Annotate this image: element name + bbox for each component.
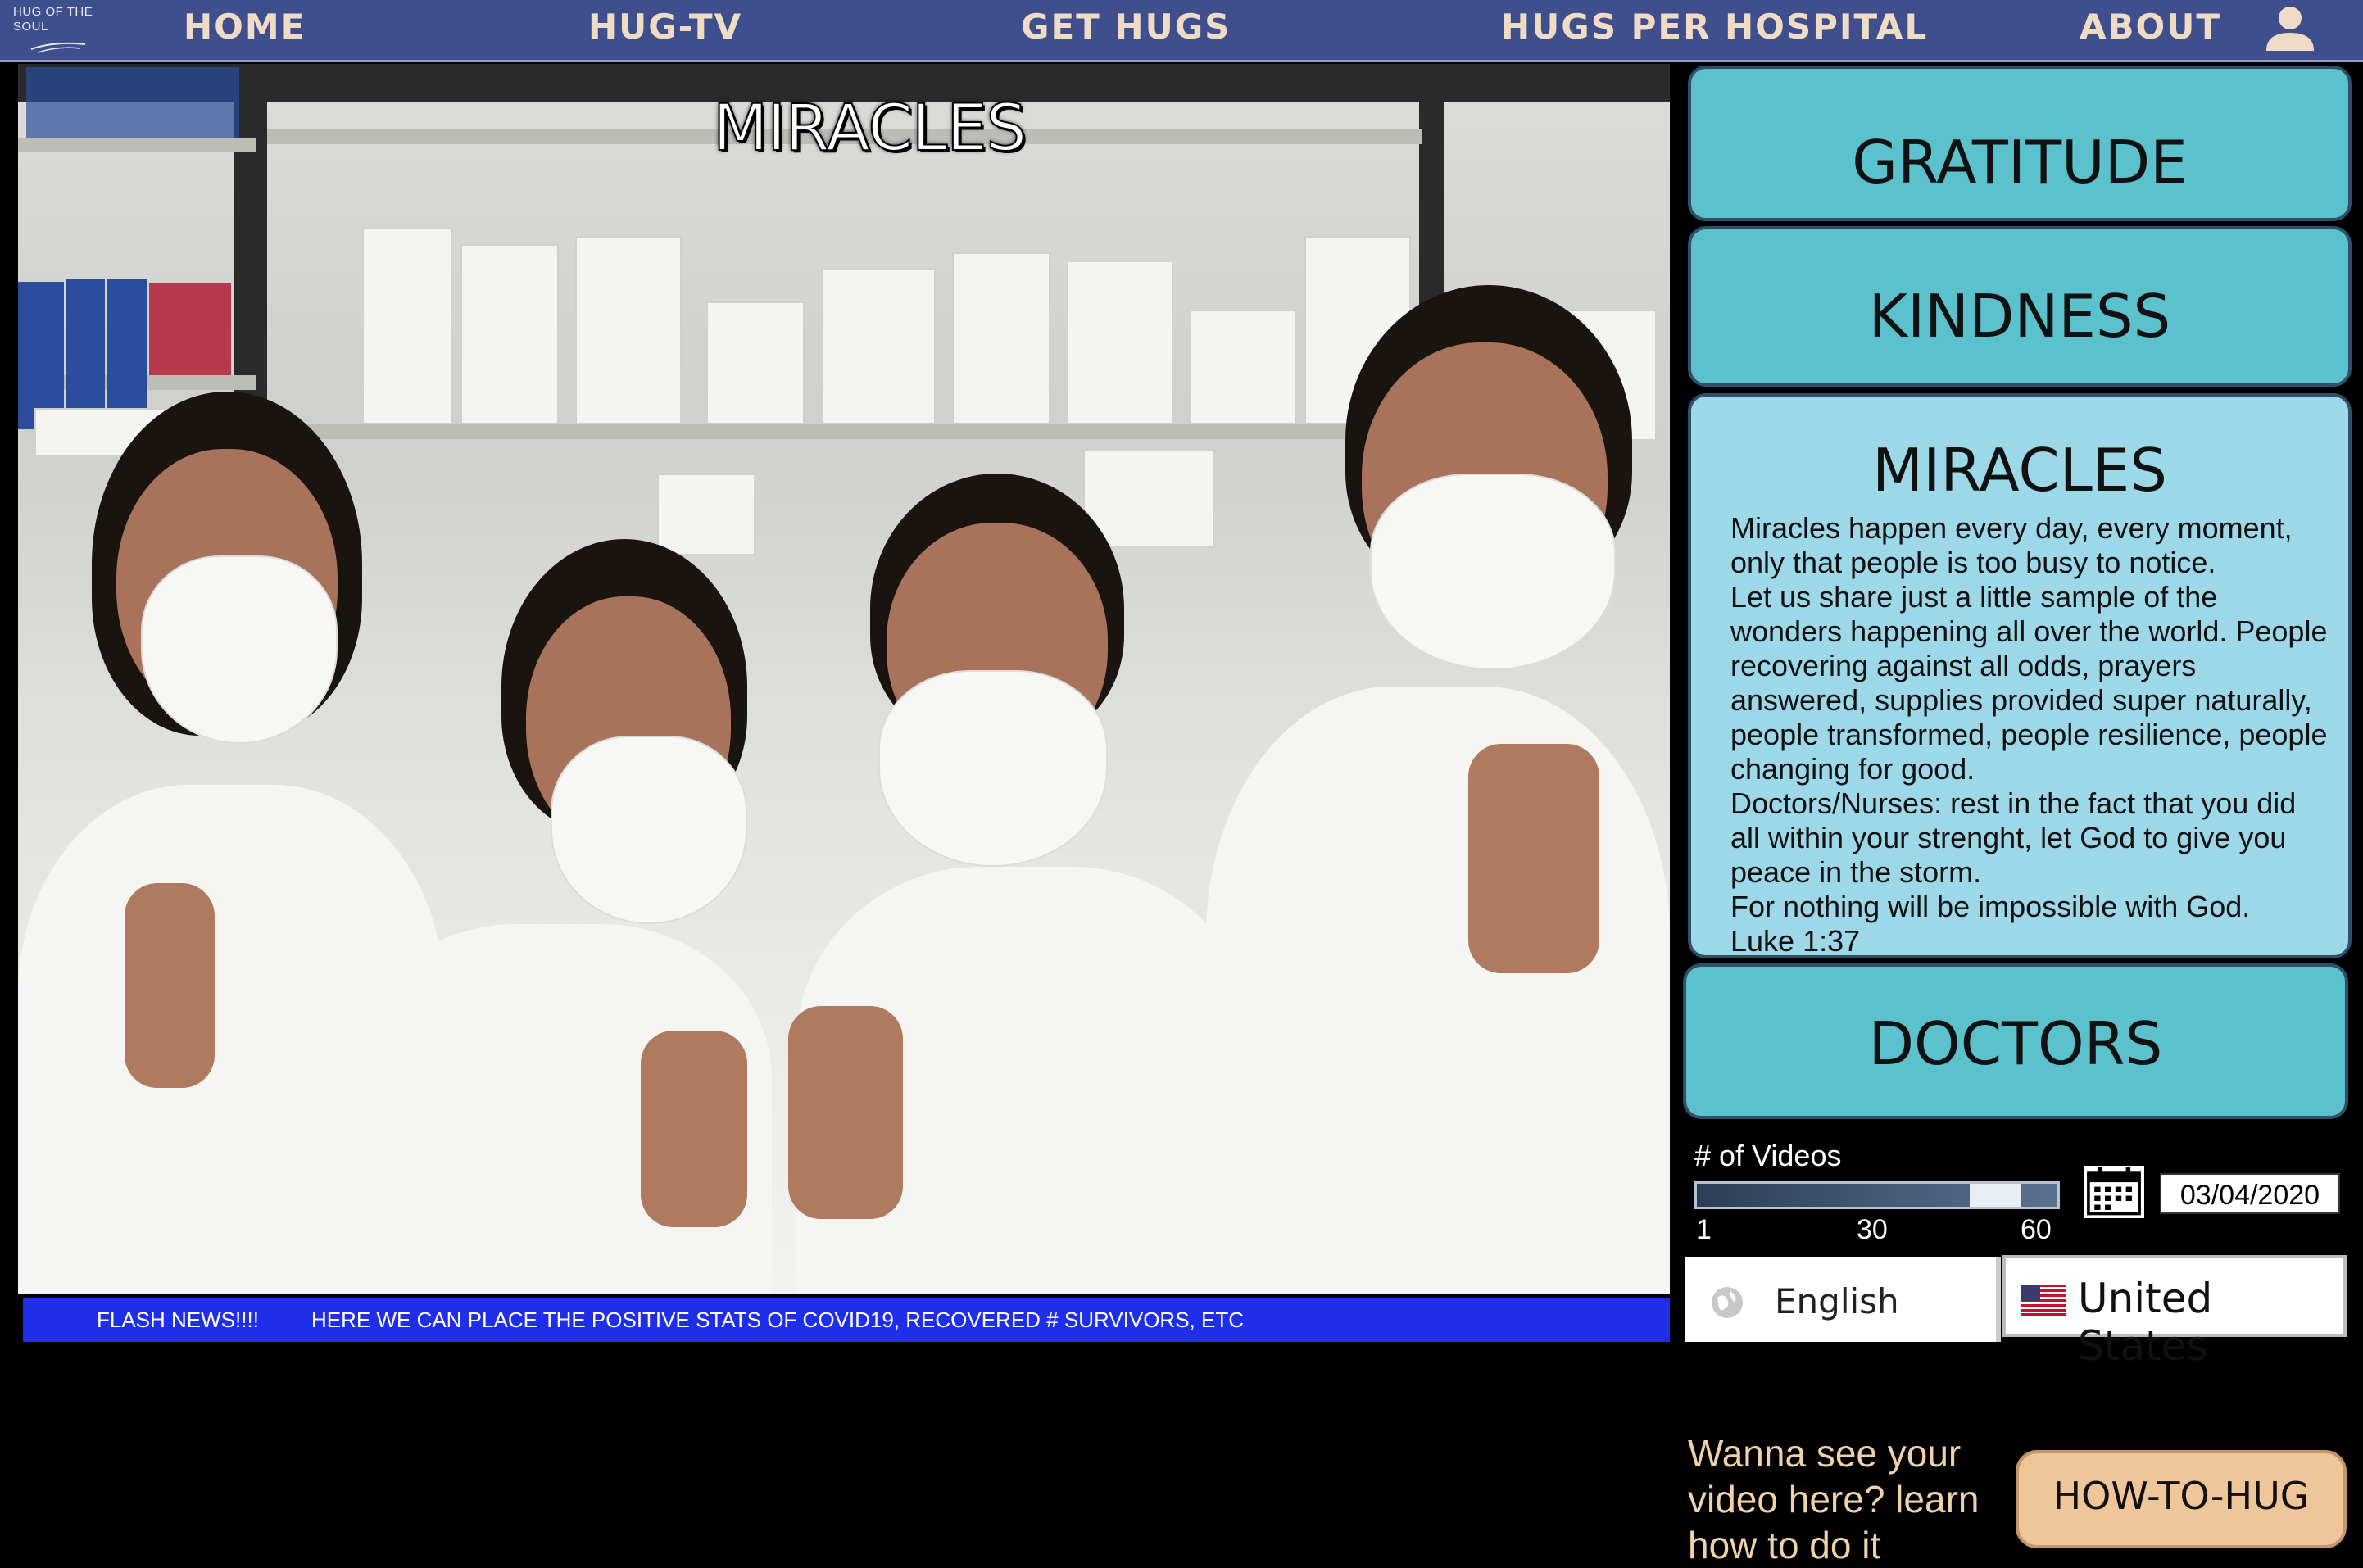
slider-handle[interactable] <box>1969 1184 2021 1207</box>
category-kindness[interactable]: KINDNESS <box>1688 226 2352 387</box>
video-player[interactable] <box>18 64 1670 1294</box>
calendar-icon[interactable] <box>2081 1163 2147 1221</box>
category-doctors[interactable]: DOCTORS <box>1683 963 2348 1119</box>
description-line: Miracles happen every day, every moment, <box>1730 511 2293 545</box>
slider-min-label: 1 <box>1696 1214 1712 1245</box>
flash-news-text: HERE WE CAN PLACE THE POSITIVE STATS OF … <box>311 1307 1244 1332</box>
language-select[interactable]: English <box>1685 1257 2001 1342</box>
logo-swoosh-icon <box>30 42 86 53</box>
description-line: Luke 1:37 <box>1730 924 1861 958</box>
description-line: peace in the storm. <box>1730 855 1982 889</box>
flash-news-ticker: FLASH NEWS!!!! HERE WE CAN PLACE THE POS… <box>23 1298 1670 1342</box>
date-input[interactable]: 03/04/2020 <box>2160 1173 2340 1214</box>
logo-text: HUG OF THE SOUL <box>13 5 93 34</box>
videos-count-label: # of Videos <box>1694 1139 1842 1172</box>
description-line: answered, supplies provided super natura… <box>1730 683 2312 717</box>
slider-mid-label: 30 <box>1857 1214 1888 1245</box>
nav-get-hugs[interactable]: GET HUGS <box>1021 0 1231 62</box>
user-account-icon[interactable] <box>2261 2 2319 52</box>
nav-about[interactable]: ABOUT <box>2080 0 2221 62</box>
top-navbar: HUG OF THE SOUL HOME HUG-TV GET HUGS HUG… <box>0 0 2363 62</box>
video-title-overlay: MIRACLES <box>712 91 1027 166</box>
category-miracles[interactable]: MIRACLES Miracles happen every day, ever… <box>1688 393 2352 958</box>
description-line: all within your strenght, let God to giv… <box>1730 821 2287 854</box>
description-line: people transformed, people resilience, p… <box>1730 718 2328 751</box>
us-flag-icon <box>2021 1285 2066 1316</box>
category-miracles-label: MIRACLES <box>1871 436 2168 505</box>
slider-max-label: 60 <box>2021 1214 2052 1245</box>
site-logo[interactable]: HUG OF THE SOUL <box>13 5 103 54</box>
nav-hugs-per-hospital[interactable]: HUGS PER HOSPITAL <box>1501 0 1928 62</box>
description-line: Let us share just a little sample of the <box>1730 580 2218 614</box>
flash-news-label: FLASH NEWS!!!! <box>97 1307 259 1332</box>
how-to-hug-button[interactable]: HOW-TO-HUG <box>2016 1450 2347 1548</box>
globe-icon <box>1712 1287 1743 1318</box>
language-value: English <box>1775 1281 1899 1321</box>
category-kindness-label: KINDNESS <box>1868 282 2171 351</box>
miracles-description: Miracles happen every day, every moment,… <box>1730 511 2332 958</box>
promo-text: Wanna see your video here? learn how to … <box>1688 1432 1980 1566</box>
nav-hug-tv[interactable]: HUG-TV <box>588 0 742 62</box>
category-gratitude-label: GRATITUDE <box>1852 128 2188 197</box>
description-line: Doctors/Nurses: rest in the fact that yo… <box>1730 786 2297 820</box>
description-line: For nothing will be impossible with God. <box>1730 890 2251 923</box>
country-select[interactable]: United States <box>2002 1255 2347 1370</box>
country-value: United States <box>2078 1275 2213 1370</box>
description-line: recovering against all odds, prayers <box>1730 649 2197 682</box>
nav-home[interactable]: HOME <box>184 0 306 62</box>
description-line: changing for good. <box>1730 752 1975 786</box>
category-gratitude[interactable]: GRATITUDE <box>1688 66 2352 221</box>
description-line: wonders happening all over the world. Pe… <box>1730 614 2328 648</box>
category-doctors-label: DOCTORS <box>1868 1009 2163 1078</box>
description-line: only that people is too busy to notice. <box>1730 546 2216 579</box>
